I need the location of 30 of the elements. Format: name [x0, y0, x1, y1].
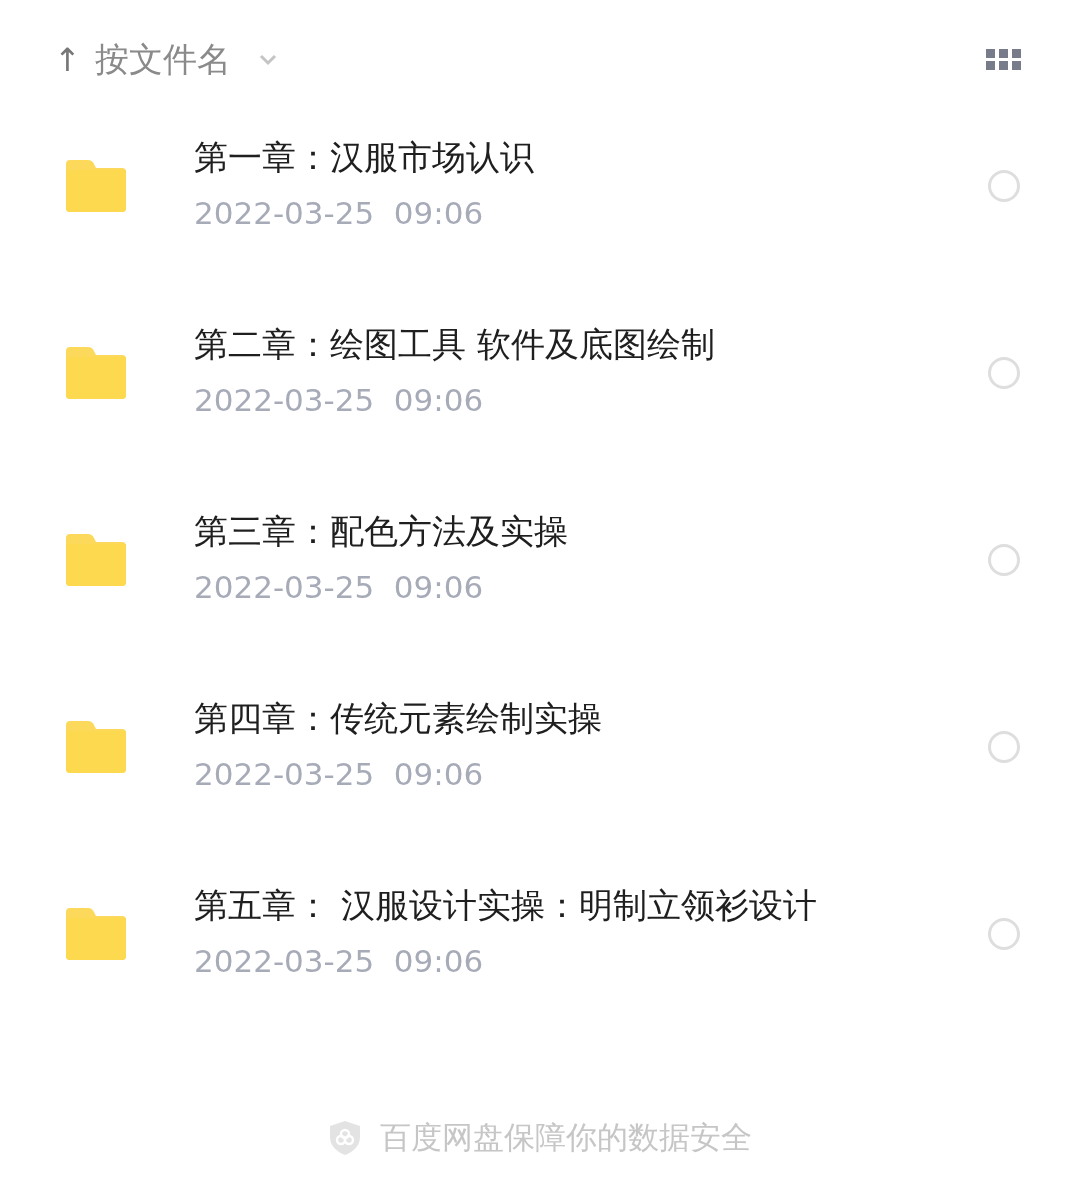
- folder-name: 第四章：传统元素绘制实操: [194, 696, 603, 740]
- grid-view-icon[interactable]: [986, 49, 1022, 71]
- select-checkbox[interactable]: [988, 917, 1020, 950]
- folder-icon: [66, 533, 126, 586]
- folder-icon: [66, 720, 126, 773]
- folder-icon: [66, 907, 126, 960]
- folder-icon: [66, 346, 126, 399]
- modified-date: 2022-03-25 09:06: [194, 194, 485, 231]
- folder-row[interactable]: 第二章：绘图工具 软件及底图绘制 2022-03-25 09:06: [0, 279, 1080, 466]
- folder-name: 第二章：绘图工具 软件及底图绘制: [194, 322, 716, 366]
- shield-icon: [328, 1120, 362, 1156]
- modified-date: 2022-03-25 09:06: [194, 568, 485, 605]
- folder-name: 第五章： 汉服设计实操：明制立领衫设计: [194, 883, 818, 927]
- select-checkbox[interactable]: [988, 356, 1020, 389]
- modified-date: 2022-03-25 09:06: [194, 942, 485, 979]
- modified-date: 2022-03-25 09:06: [194, 381, 485, 418]
- folder-row[interactable]: 第三章：配色方法及实操 2022-03-25 09:06: [0, 466, 1080, 653]
- folder-row[interactable]: 第四章：传统元素绘制实操 2022-03-25 09:06: [0, 653, 1080, 840]
- folder-name: 第三章：配色方法及实操: [194, 509, 569, 553]
- folder-icon: [66, 159, 126, 212]
- folder-row[interactable]: 第一章：汉服市场认识 2022-03-25 09:06: [0, 92, 1080, 279]
- security-notice: 百度网盘保障你的数据安全: [380, 1118, 752, 1157]
- caret-icon: [258, 54, 277, 66]
- select-checkbox[interactable]: [988, 169, 1020, 202]
- folder-row[interactable]: 第五章： 汉服设计实操：明制立领衫设计 2022-03-25 09:06: [0, 840, 1080, 1027]
- folder-name: 第一章：汉服市场认识: [194, 135, 535, 179]
- select-checkbox[interactable]: [988, 543, 1020, 576]
- select-checkbox[interactable]: [988, 730, 1020, 763]
- sort-dropdown[interactable]: ↑ 按文件名: [54, 37, 277, 83]
- modified-date: 2022-03-25 09:06: [194, 755, 485, 792]
